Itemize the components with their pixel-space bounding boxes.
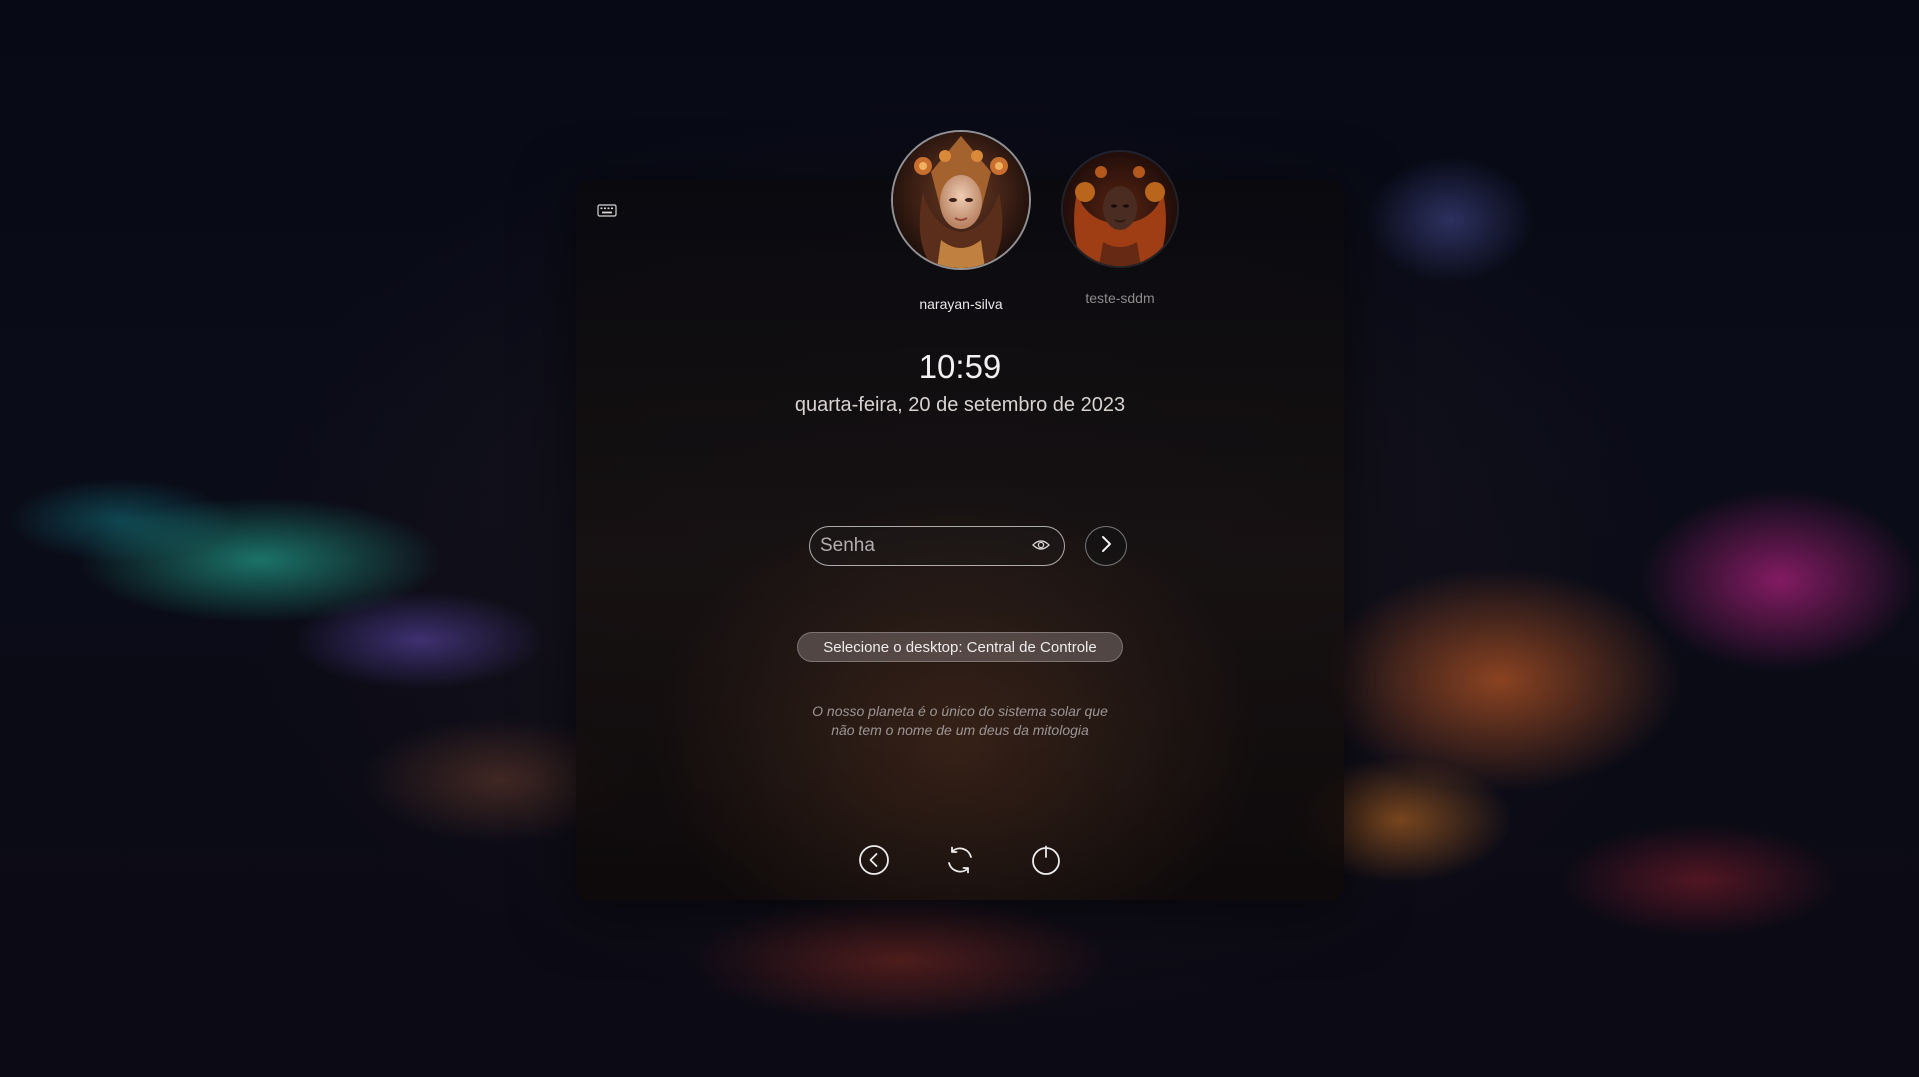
session-selector[interactable]: Selecione o desktop: Central de Controle bbox=[797, 632, 1123, 662]
password-input[interactable] bbox=[810, 527, 1020, 564]
avatar bbox=[1061, 150, 1179, 268]
password-field[interactable] bbox=[809, 526, 1065, 566]
avatar bbox=[891, 130, 1031, 270]
login-submit-button[interactable] bbox=[1085, 526, 1127, 566]
chevron-right-icon bbox=[1098, 535, 1114, 558]
restart-icon bbox=[944, 844, 976, 881]
keyboard-icon bbox=[597, 204, 617, 222]
user-teste-sddm[interactable]: teste-sddm bbox=[1020, 150, 1220, 306]
back-button[interactable] bbox=[857, 844, 891, 881]
clock-time: 10:59 bbox=[918, 348, 1002, 385]
clock-date: quarta-feira, 20 de setembro de 2023 bbox=[794, 394, 1126, 416]
power-button[interactable] bbox=[1029, 845, 1063, 879]
eye-icon[interactable] bbox=[1032, 538, 1050, 552]
username-label: narayan-silva bbox=[919, 296, 1003, 312]
power-icon bbox=[1030, 844, 1062, 881]
quote-line: não tem o nome de um deus da mitologia bbox=[831, 722, 1089, 738]
username-label: teste-sddm bbox=[1085, 290, 1155, 306]
restart-button[interactable] bbox=[943, 845, 977, 879]
virtual-keyboard-button[interactable] bbox=[596, 204, 618, 222]
quote-line: O nosso planeta é o único do sistema sol… bbox=[812, 703, 1108, 719]
quote-text: O nosso planeta é o único do sistema sol… bbox=[740, 702, 1180, 740]
chevron-left-circle-icon bbox=[858, 844, 890, 881]
